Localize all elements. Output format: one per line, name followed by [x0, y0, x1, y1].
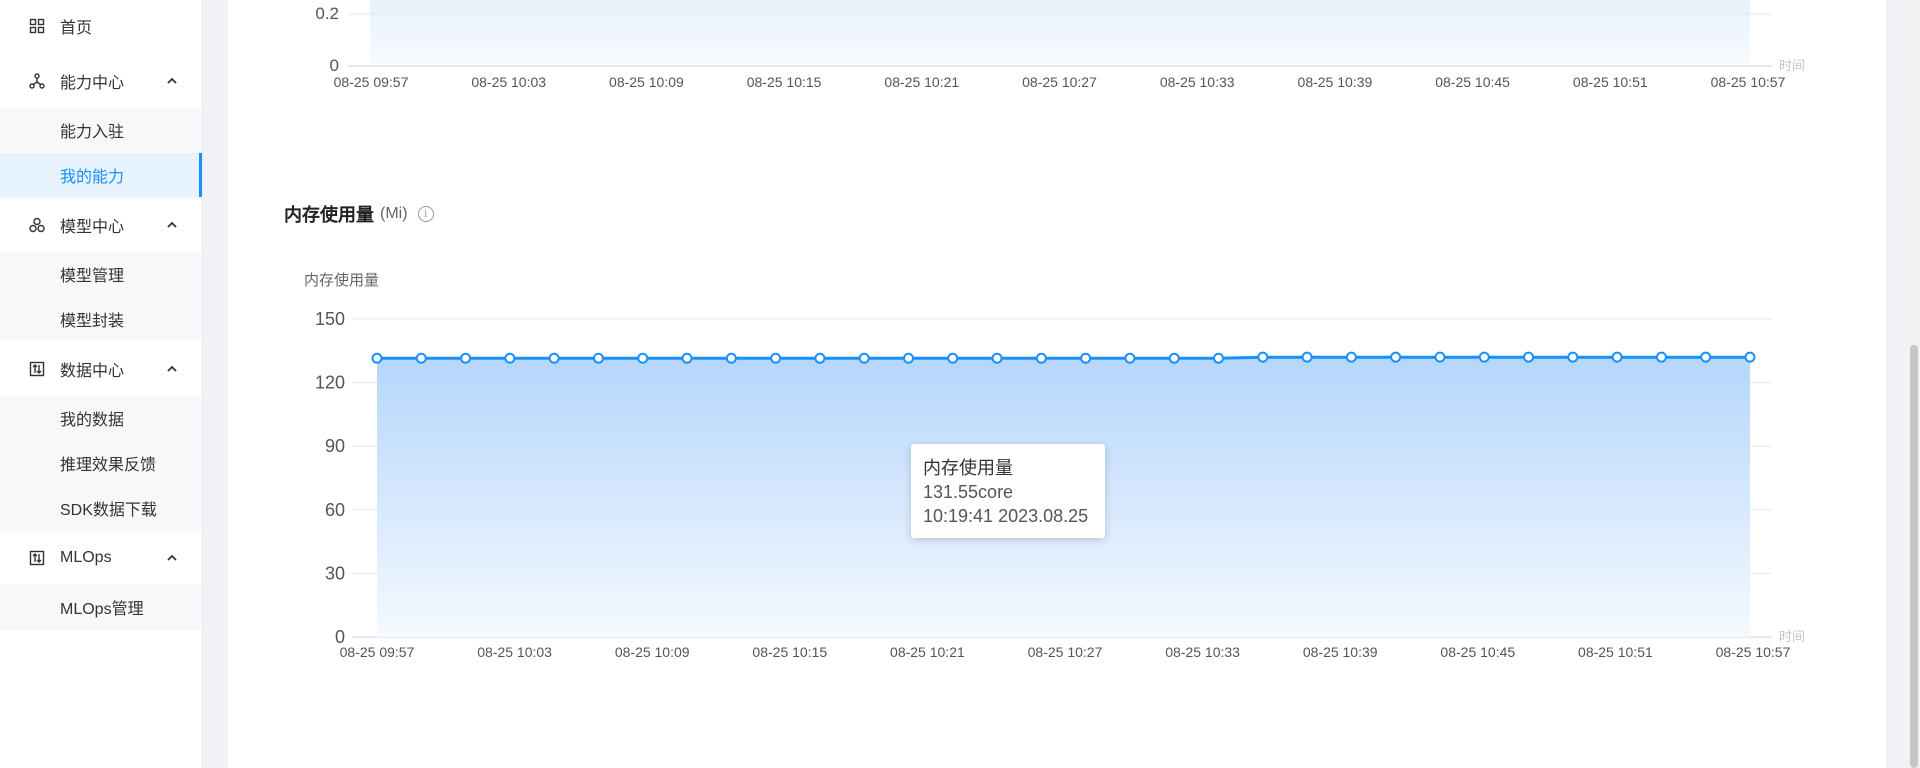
x-tick-label: 08-25 10:39: [1303, 644, 1378, 660]
x-tick-label: 08-25 10:57: [1711, 74, 1786, 90]
data-point: [415, 352, 427, 364]
section-unit: (Mi): [380, 205, 408, 222]
data-point: [460, 352, 472, 364]
y-axis-label: 内存使用量: [304, 272, 379, 289]
x-tick-label: 08-25 10:27: [1028, 644, 1103, 660]
x-tick-label: 08-25 10:57: [1716, 644, 1791, 660]
data-point: [858, 352, 870, 364]
section-title-text: 内存使用量: [284, 205, 374, 225]
top-chart-area: [370, 0, 1750, 66]
data-point: [1434, 351, 1446, 363]
y-tick-label: 90: [325, 436, 345, 456]
x-ticks: 08-25 09:57 08-25 10:03 08-25 10:09 08-25 1…: [334, 74, 1786, 90]
menu-label: 模型中心: [60, 219, 125, 236]
x-tick-label: 08-25 10:03: [471, 74, 546, 90]
data-point: [770, 352, 782, 364]
chevron-up-icon: [167, 221, 177, 228]
x-tick-label: 08-25 10:15: [747, 74, 822, 90]
data-point: [1213, 352, 1225, 364]
x-tick-label: 08-25 10:03: [477, 644, 552, 660]
x-axis-name: 时间: [1779, 629, 1805, 644]
tooltip-time: 10:19:41 2023.08.25: [923, 506, 1089, 526]
x-tick-label: 08-25 10:33: [1165, 644, 1240, 660]
menu-group-model-center[interactable]: 模型中心: [0, 203, 202, 247]
data-point: [504, 352, 516, 364]
data-point: [1080, 352, 1092, 364]
tooltip-value: 131.55core: [923, 482, 1014, 502]
y-ticks: 0306090120150: [315, 309, 345, 647]
data-point: [637, 352, 649, 364]
data-point: [1035, 352, 1047, 364]
memory-section-title: 内存使用量 (Mi) i: [284, 201, 434, 227]
chart-tooltip: 内存使用量 131.55core 10:19:41 2023.08.25: [911, 444, 1105, 538]
data-point: [1567, 351, 1579, 363]
model-icon: [28, 216, 46, 234]
data-point: [548, 352, 560, 364]
tooltip-title: 内存使用量: [923, 458, 1013, 478]
x-tick-label: 08-25 09:57: [340, 644, 415, 660]
data-point: [1611, 351, 1623, 363]
x-tick-label: 08-25 09:57: [334, 74, 409, 90]
y-tick-label: 0: [330, 56, 339, 75]
memory-line: [377, 355, 1750, 360]
data-point: [1744, 351, 1756, 363]
data-point: [592, 352, 604, 364]
y-tick-label: 150: [315, 309, 345, 329]
sidebar-item-my-ability[interactable]: 我的能力: [0, 153, 202, 197]
data-point: [1257, 351, 1269, 363]
x-tick-label: 08-25 10:33: [1160, 74, 1235, 90]
data-point: [371, 352, 383, 364]
scrollbar-thumb[interactable]: [1910, 345, 1918, 768]
top-chart: 0.2 0 08-25 09:57 08-25 10:03 08-25 10:09 0…: [315, 0, 1805, 90]
data-point: [1124, 352, 1136, 364]
data-point: [1390, 351, 1402, 363]
data-point: [1345, 351, 1357, 363]
data-point: [902, 352, 914, 364]
y-tick-label: 30: [325, 563, 345, 583]
x-ticks: 08-25 09:57 08-25 10:03 08-25 10:09 08-25 1…: [340, 644, 1791, 660]
data-point: [725, 352, 737, 364]
x-tick-label: 08-25 10:15: [752, 644, 827, 660]
x-tick-label: 08-25 10:51: [1573, 74, 1648, 90]
sidebar-item-label: 能力入驻: [60, 124, 125, 141]
y-tick-label: 0.2: [315, 4, 339, 23]
x-tick-label: 08-25 10:21: [884, 74, 959, 90]
x-tick-label: 08-25 10:27: [1022, 74, 1097, 90]
data-point: [814, 352, 826, 364]
x-tick-label: 08-25 10:09: [615, 644, 690, 660]
data-point: [1523, 351, 1535, 363]
sidebar-item-label: 我的能力: [60, 169, 125, 186]
data-point: [1700, 351, 1712, 363]
x-tick-label: 08-25 10:21: [890, 644, 965, 660]
data-point: [1301, 351, 1313, 363]
data-point: [1655, 351, 1667, 363]
x-axis-name: 时间: [1779, 58, 1805, 73]
x-tick-label: 08-25 10:51: [1578, 644, 1653, 660]
x-tick-label: 08-25 10:09: [609, 74, 684, 90]
sidebar-item-ability-onboarding[interactable]: 能力入驻: [0, 108, 202, 152]
y-tick-label: 120: [315, 373, 345, 393]
data-point: [1478, 351, 1490, 363]
data-point: [991, 352, 1003, 364]
x-tick-label: 08-25 10:45: [1440, 644, 1515, 660]
data-point: [947, 352, 959, 364]
info-icon[interactable]: i: [417, 206, 434, 222]
x-tick-label: 08-25 10:45: [1435, 74, 1510, 90]
x-tick-label: 08-25 10:39: [1298, 74, 1373, 90]
data-point: [681, 352, 693, 364]
y-tick-label: 60: [325, 500, 345, 520]
data-point: [1168, 352, 1180, 364]
